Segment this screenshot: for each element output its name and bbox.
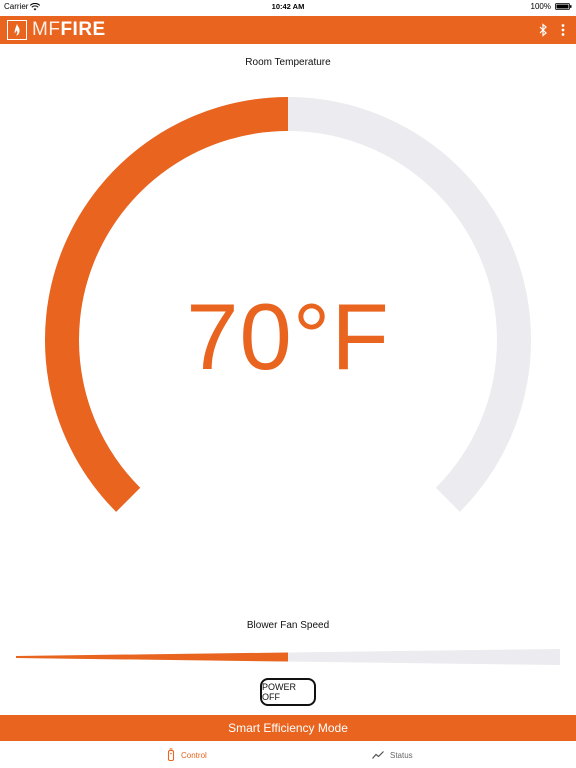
power-off-button[interactable]: POWER OFF [260, 678, 316, 706]
logo-mf: MF [32, 19, 61, 40]
app-header: MFFIRE [0, 16, 576, 44]
temperature-readout: 70°F [186, 284, 390, 389]
bluetooth-icon[interactable] [538, 23, 548, 37]
fan-speed-slider[interactable] [16, 648, 560, 666]
logo-wordmark: MFFIRE [32, 19, 106, 41]
remote-icon [167, 748, 175, 762]
app-logo: MFFIRE [7, 19, 106, 41]
tab-bar: Control Status [0, 741, 576, 768]
logo-fire: FIRE [60, 19, 106, 40]
fan-fill [16, 652, 288, 662]
status-bar: Carrier 10:42 AM 100% [0, 0, 576, 14]
battery-percent: 100% [530, 2, 551, 11]
more-vertical-icon[interactable] [560, 23, 566, 37]
tab-control[interactable]: Control [167, 747, 207, 763]
smart-efficiency-mode-button[interactable]: Smart Efficiency Mode [0, 715, 576, 741]
tab-status[interactable]: Status [372, 747, 413, 763]
battery-icon [555, 3, 572, 10]
blower-fan-label: Blower Fan Speed [246, 620, 330, 631]
trend-line-icon [372, 751, 384, 759]
tab-control-label: Control [181, 750, 207, 760]
clock-time: 10:42 AM [271, 2, 305, 11]
flame-logo-icon [7, 20, 27, 40]
tab-status-label: Status [390, 750, 413, 760]
room-temperature-label: Room Temperature [245, 57, 331, 68]
